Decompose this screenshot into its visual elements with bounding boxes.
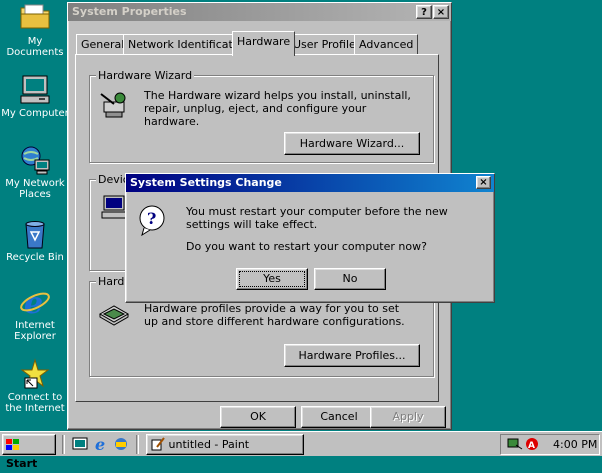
quick-launch-outlook-icon[interactable] xyxy=(113,436,129,452)
quick-launch-ie-icon[interactable]: e xyxy=(93,435,109,454)
taskbar-task-paint[interactable]: untitled - Paint xyxy=(146,434,304,455)
tab-hardware[interactable]: Hardware xyxy=(232,31,296,56)
close-button[interactable]: × xyxy=(433,5,449,19)
computer-icon xyxy=(19,74,51,106)
taskbar-separator xyxy=(62,435,65,454)
svg-text:?: ? xyxy=(147,209,156,228)
dialog-title: System Settings Change xyxy=(130,176,282,189)
hardware-profiles-icon xyxy=(98,300,130,326)
start-button[interactable]: Start xyxy=(2,434,56,470)
hardware-wizard-icon xyxy=(98,90,130,120)
task-label: untitled - Paint xyxy=(168,438,250,451)
hardware-wizard-group: Hardware Wizard The Hardware wizard help… xyxy=(89,69,434,163)
desktop-icon-label: My Computer xyxy=(1,108,69,119)
dialog-message-restart: You must restart your computer before th… xyxy=(186,205,448,231)
tab-general[interactable]: General xyxy=(76,34,130,55)
quick-launch-desktop-icon[interactable] xyxy=(72,436,88,452)
hardware-profiles-button[interactable]: Hardware Profiles... xyxy=(284,344,420,367)
group-title: Hardware Wizard xyxy=(96,69,195,82)
system-tray: A 4:00 PM xyxy=(500,434,600,455)
tab-advanced[interactable]: Advanced xyxy=(354,34,419,55)
system-properties-titlebar[interactable]: System Properties ? × xyxy=(68,3,451,21)
desktop-icon-label: My Documents xyxy=(6,36,64,58)
folder-icon xyxy=(19,2,51,34)
clock: 4:00 PM xyxy=(553,438,598,451)
desktop-icon-label: Recycle Bin xyxy=(6,252,64,263)
network-icon xyxy=(19,144,51,176)
window-title: System Properties xyxy=(72,5,187,18)
tray-icon-1[interactable] xyxy=(507,437,523,451)
desktop-icon-internet-explorer[interactable]: e Internet Explorer xyxy=(0,286,70,342)
hardware-wizard-button[interactable]: Hardware Wizard... xyxy=(284,132,420,155)
desktop-icon-label: My Network Places xyxy=(5,178,65,200)
desktop-icon-connect-to-internet[interactable]: Connect to the Internet xyxy=(0,358,70,414)
dialog-message-question: Do you want to restart your computer now… xyxy=(186,240,427,253)
desktop-icon-my-documents[interactable]: My Documents xyxy=(0,2,70,58)
svg-text:e: e xyxy=(24,286,43,318)
dialog-titlebar[interactable]: System Settings Change × xyxy=(126,174,494,192)
desktop-icon-my-computer[interactable]: My Computer xyxy=(0,74,70,119)
internet-explorer-icon: e xyxy=(19,286,51,321)
help-button[interactable]: ? xyxy=(416,5,432,19)
ok-button[interactable]: OK xyxy=(220,406,296,428)
paint-icon xyxy=(151,437,165,451)
taskbar-separator xyxy=(136,435,139,454)
recycle-bin-icon xyxy=(19,218,51,250)
tray-icon-2[interactable]: A xyxy=(524,437,540,451)
desktop-icon-label: Internet Explorer xyxy=(14,320,56,342)
windows-logo-icon xyxy=(6,438,20,450)
system-settings-change-dialog: System Settings Change × ? You must rest… xyxy=(125,173,495,303)
desktop-icon-my-network-places[interactable]: My Network Places xyxy=(0,144,70,200)
hardware-profiles-description: Hardware profiles provide a way for you … xyxy=(144,302,405,328)
hardware-wizard-description: The Hardware wizard helps you install, u… xyxy=(144,89,411,128)
desktop-icon-recycle-bin[interactable]: Recycle Bin xyxy=(0,218,70,263)
dialog-close-button[interactable]: × xyxy=(476,176,491,189)
svg-text:e: e xyxy=(95,436,105,452)
apply-button: Apply xyxy=(370,406,446,428)
desktop-icon-label: Connect to the Internet xyxy=(5,392,65,414)
no-button[interactable]: No xyxy=(314,268,386,290)
yes-button[interactable]: Yes xyxy=(236,268,308,290)
start-label: Start xyxy=(6,457,38,470)
svg-text:A: A xyxy=(528,441,535,451)
question-icon: ? xyxy=(138,204,170,237)
connect-wizard-icon xyxy=(19,358,51,390)
cancel-button[interactable]: Cancel xyxy=(301,406,377,428)
taskbar: Start e untitled - Paint A 4:00 PM xyxy=(0,431,602,470)
device-manager-icon xyxy=(100,194,128,220)
